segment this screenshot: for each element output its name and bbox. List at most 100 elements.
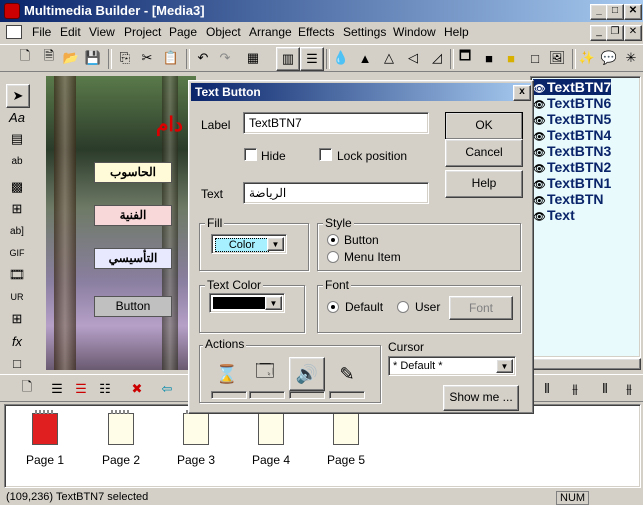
paragraph-tool-icon[interactable]: ▤ <box>6 128 28 150</box>
video-tool-icon[interactable]: 🎞 <box>6 264 28 286</box>
eye-icon[interactable]: 👁 <box>533 148 547 159</box>
eye-icon[interactable]: 👁 <box>533 196 547 207</box>
list-item[interactable]: 👁TextBTN6 <box>533 95 611 111</box>
eye-icon[interactable]: 👁 <box>533 116 547 127</box>
action-edit-icon[interactable]: ✎ <box>331 359 363 389</box>
list-item[interactable]: 👁TextBTN5 <box>533 111 611 127</box>
action-page-icon[interactable]: 🗔 <box>249 359 281 389</box>
canvas-button-computer[interactable]: الحاسوب <box>94 162 172 183</box>
help-button[interactable]: Help <box>445 170 523 198</box>
show-me-button[interactable]: Show me ... <box>443 385 519 411</box>
list-view-icon[interactable]: ☰ <box>300 47 324 71</box>
layers-red-icon[interactable]: ☰ <box>70 378 92 400</box>
eye-icon[interactable]: 👁 <box>533 164 547 175</box>
bitmap-button-tool-icon[interactable]: ⊞ <box>6 198 28 220</box>
canvas-button-arts[interactable]: الفنية <box>94 205 172 226</box>
menu-object[interactable]: Object <box>206 25 241 39</box>
diagonal-icon[interactable]: ◿ <box>426 47 448 69</box>
horizontal-scrollbar[interactable] <box>530 358 641 370</box>
triangle-icon[interactable]: ▲ <box>354 47 376 69</box>
action-script-icon[interactable]: ⌛ <box>211 359 243 389</box>
save-icon[interactable]: 💾 <box>82 47 104 69</box>
list-item[interactable]: 👁TextBTN7 <box>533 79 612 95</box>
new-page-icon[interactable]: 🗎 <box>38 47 60 69</box>
font-default-radio[interactable] <box>327 301 339 313</box>
chevron-down-icon[interactable]: ▼ <box>265 296 282 310</box>
eye-icon[interactable]: 👁 <box>533 180 547 191</box>
maximize-button[interactable]: □ <box>606 4 624 20</box>
align-icon[interactable]: ⫵ <box>618 378 640 400</box>
action-sound-icon[interactable]: 🔊 <box>289 357 325 391</box>
text-input[interactable]: الرياضة <box>243 182 429 204</box>
redo-icon[interactable]: ↷ <box>214 47 236 69</box>
font-button[interactable]: Font <box>449 296 513 320</box>
eye-icon[interactable]: 👁 <box>533 100 547 111</box>
menu-view[interactable]: View <box>89 25 115 39</box>
style-button-radio[interactable] <box>327 234 339 246</box>
mdi-restore-button[interactable]: ❐ <box>606 25 624 41</box>
align-icon[interactable]: ⫴ <box>594 378 616 400</box>
rectangle-tool-icon[interactable]: □ <box>6 352 28 374</box>
layers-icon[interactable]: ☰ <box>46 378 68 400</box>
menu-project[interactable]: Project <box>124 25 161 39</box>
arrow-left-icon[interactable]: ◁ <box>402 47 424 69</box>
bitmap-tool-icon[interactable]: ▩ <box>6 176 28 198</box>
font-user-radio[interactable] <box>397 301 409 313</box>
script-tool-icon[interactable]: fx <box>6 330 28 352</box>
menu-settings[interactable]: Settings <box>343 25 386 39</box>
drop-icon[interactable]: 💧 <box>330 47 352 69</box>
page-thumb-4[interactable]: Page 4 <box>241 410 301 467</box>
eye-icon[interactable]: 👁 <box>533 212 547 223</box>
align-icon[interactable]: ⫵ <box>564 378 586 400</box>
window-icon[interactable]: 🗖 <box>454 47 476 69</box>
page-thumb-3[interactable]: Page 3 <box>166 410 226 467</box>
input-tool-icon[interactable]: ab] <box>6 220 28 242</box>
eye-icon[interactable]: 👁 <box>533 132 547 143</box>
chevron-down-icon[interactable]: ▼ <box>496 359 513 373</box>
new-page-icon[interactable]: 🗋 <box>16 378 38 400</box>
list-item[interactable]: 👁TextBTN2 <box>533 159 611 175</box>
dialog-close-button[interactable]: x <box>513 85 531 101</box>
copy-icon[interactable]: ⎘ <box>114 47 136 69</box>
label-input[interactable]: TextBTN7 <box>243 112 429 134</box>
menu-page[interactable]: Page <box>169 25 197 39</box>
close-button[interactable]: ✕ <box>624 4 642 20</box>
menu-edit[interactable]: Edit <box>60 25 81 39</box>
undo-icon[interactable]: ↶ <box>192 47 214 69</box>
style-menu-item-radio[interactable] <box>327 251 339 263</box>
square-yellow-icon[interactable]: ■ <box>500 47 522 69</box>
text-color-combo[interactable]: ▼ <box>209 293 285 313</box>
text-button-tool-icon[interactable]: ab <box>6 150 28 172</box>
text-tool-icon[interactable]: Aa <box>6 106 28 128</box>
delete-page-icon[interactable]: ✖ <box>126 378 148 400</box>
mdi-close-button[interactable]: ✕ <box>624 25 642 41</box>
fill-color-combo[interactable]: Color ▼ <box>211 234 287 254</box>
list-item[interactable]: 👁Text <box>533 207 575 223</box>
list-item[interactable]: 👁TextBTN4 <box>533 127 611 143</box>
page-view-icon[interactable]: ▥ <box>276 47 300 71</box>
square-outline-icon[interactable]: □ <box>524 47 546 69</box>
gif-tool-icon[interactable]: GIF <box>6 242 28 264</box>
page-thumb-5[interactable]: Page 5 <box>316 410 376 467</box>
cut-icon[interactable]: ✂ <box>136 47 158 69</box>
canvas-button-generic[interactable]: Button <box>94 296 172 317</box>
object-list[interactable]: 👁TextBTN7 👁TextBTN6 👁TextBTN5 👁TextBTN4 … <box>530 76 641 358</box>
triangle-outline-icon[interactable]: △ <box>378 47 400 69</box>
chevron-down-icon[interactable]: ▼ <box>267 237 284 251</box>
grid-icon[interactable]: ▦ <box>242 47 264 69</box>
lock-position-checkbox[interactable] <box>319 148 332 161</box>
layers-stack-icon[interactable]: ☷ <box>94 378 116 400</box>
page-thumb-1[interactable]: Page 1 <box>15 410 75 467</box>
list-item[interactable]: 👁TextBTN3 <box>533 143 611 159</box>
sparkle-icon[interactable]: ✳ <box>620 47 642 69</box>
menu-window[interactable]: Window <box>393 25 436 39</box>
cursor-combo[interactable]: * Default * ▼ <box>388 356 516 376</box>
page-thumb-2[interactable]: Page 2 <box>91 410 151 467</box>
new-icon[interactable]: 🗋 <box>14 47 36 69</box>
url-tool-icon[interactable]: UR <box>6 286 28 308</box>
align-icon[interactable]: ⫴ <box>536 378 558 400</box>
eye-icon[interactable]: 👁 <box>533 84 547 95</box>
square-dark-icon[interactable]: ■ <box>478 47 500 69</box>
ok-button[interactable]: OK <box>445 112 523 140</box>
hide-checkbox[interactable] <box>244 148 257 161</box>
